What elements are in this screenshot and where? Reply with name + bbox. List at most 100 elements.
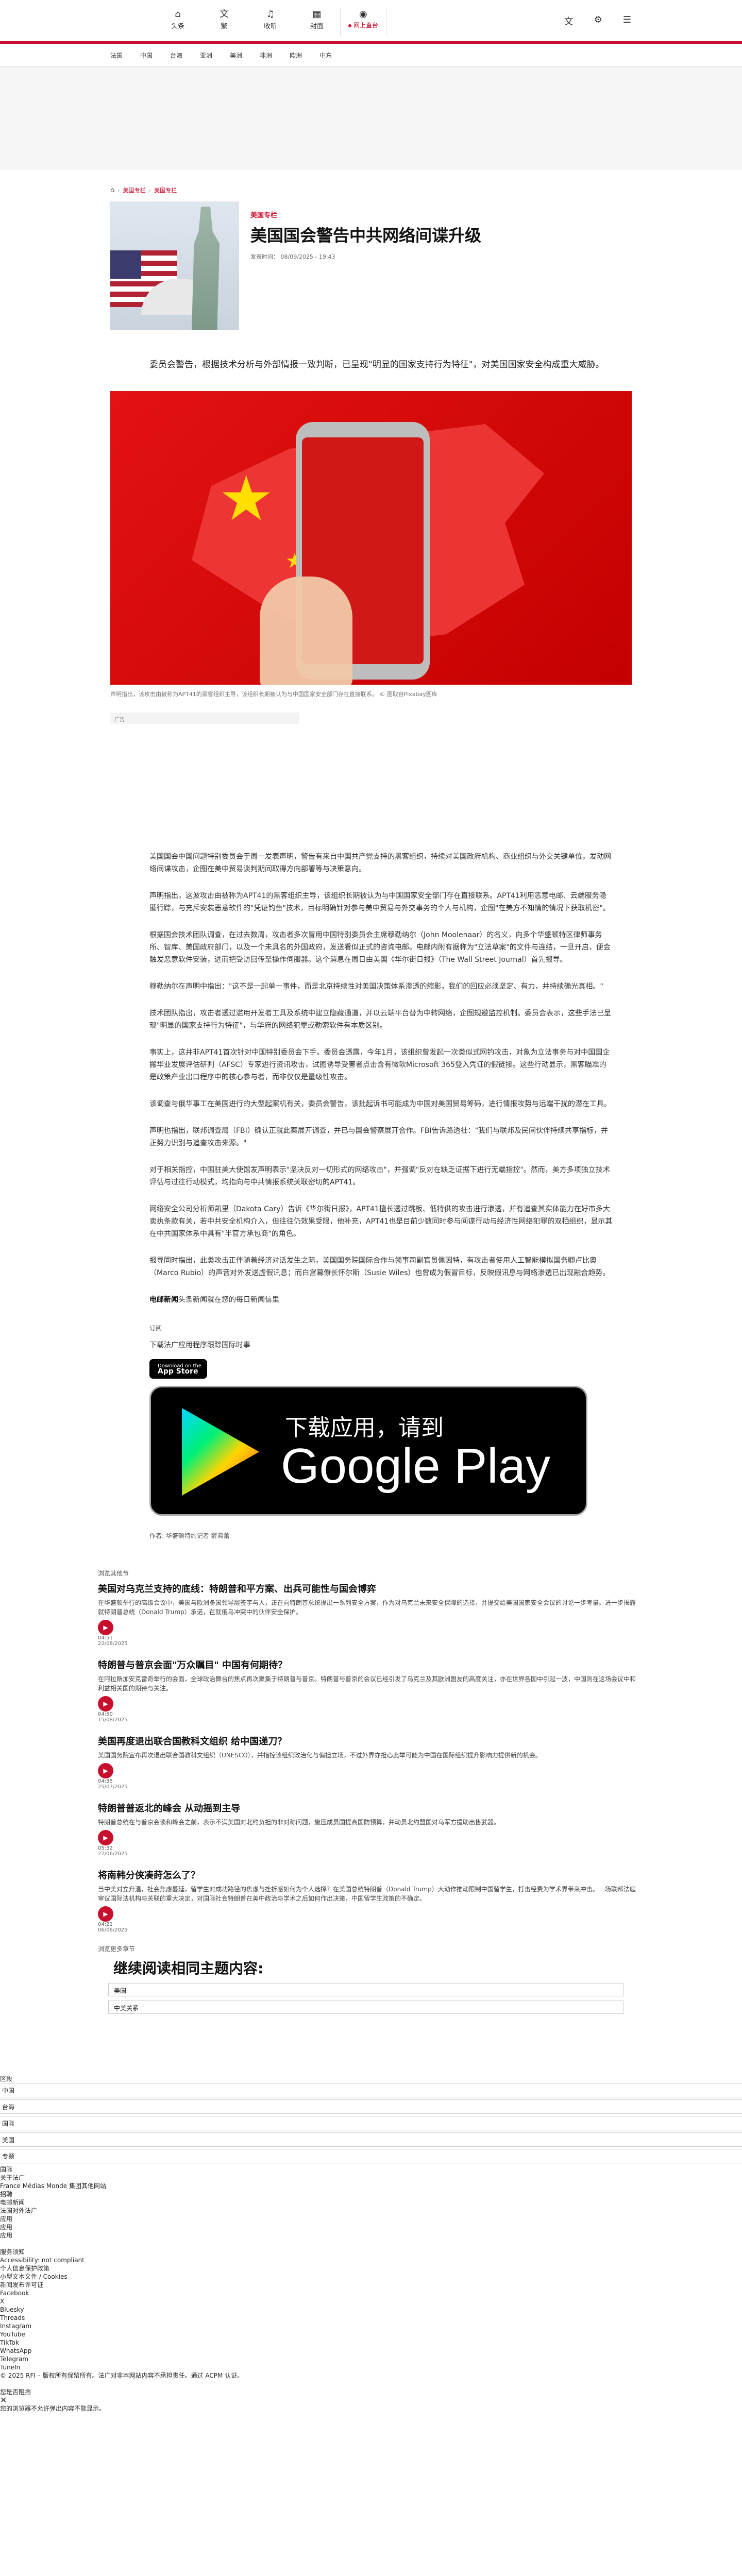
breadcrumb-link[interactable]: 美国专栏 <box>123 186 146 194</box>
article-body: 美国国会中国问题特别委员会于周一发表声明，警告有来自中国共产党支持的黑客组织，持… <box>149 851 613 1540</box>
app-store-badge[interactable]: Download on the App Store <box>149 1359 207 1379</box>
image-caption: 声明指出，该攻击由被称为APT41的黑客组织主导，该组织长期被认为与中国国家安全… <box>110 691 437 698</box>
play-icon[interactable]: ▶ <box>98 1696 113 1711</box>
nav-headlines[interactable]: ⌂ 头条 <box>155 8 201 36</box>
article-tag[interactable]: 美国专栏 <box>250 210 481 219</box>
social-link-x[interactable]: X <box>0 2297 742 2306</box>
article-lead: 委员会警告，根据技术分析与外部情报一致判断，已呈现"明显的国家支持行为特征"，对… <box>149 360 604 370</box>
nav-traditional[interactable]: 文繁 <box>201 8 247 36</box>
nav-listen[interactable]: ♫ 收听 <box>247 8 294 36</box>
article-paragraph: 事实上，这并非APT41首次针对中国特别委员会下手。委员会透露，今年1月，该组织… <box>149 1048 610 1081</box>
in-article-ad-slot <box>0 724 742 851</box>
section-link[interactable]: 中国 <box>140 51 153 60</box>
legal-link[interactable]: 个人信息保护政策 <box>0 2264 742 2273</box>
related-title[interactable]: 特朗普与普京会面"万众瞩目" 中国有何期待？ <box>98 1658 639 1671</box>
legal-link[interactable]: Accessibility: not compliant <box>0 2256 742 2264</box>
footer-section-row[interactable]: 国际 <box>0 2116 742 2130</box>
topic-link[interactable]: 美国 <box>108 1983 623 1996</box>
radio-icon: ◉ <box>359 9 367 20</box>
article-hero: 美国专栏 美国国会警告中共网络间谍升级 发表时间： 08/09/2025 - 1… <box>110 201 742 330</box>
gear-icon[interactable]: ⚙ <box>594 14 602 28</box>
breadcrumb: ⌂ › 美国专栏 › 美国专栏 <box>110 186 177 194</box>
footer-link[interactable]: 法国对外法广 <box>0 2207 742 2215</box>
close-icon[interactable]: ✕ <box>0 2396 742 2404</box>
article-paragraph: 网络安全公司分析师凯里（Dakota Cary）告诉《华尔街日报》，APT41擅… <box>149 1205 613 1238</box>
google-play-badge[interactable]: 下载应用，请到 Google Play <box>149 1386 587 1516</box>
topic-link[interactable]: 中美关系 <box>108 2001 623 2014</box>
section-link[interactable]: 台海 <box>170 51 182 60</box>
section-link[interactable]: 亚洲 <box>200 51 212 60</box>
copyright: © 2025 RFI – 版权所有保留所有。法广对非本网站内容不承担责任。通过 … <box>0 2372 244 2379</box>
translate-icon[interactable]: 文 <box>564 14 574 28</box>
footer-link[interactable]: 关于法广 <box>0 2174 742 2182</box>
footer-section-row[interactable]: 专题 <box>0 2149 742 2163</box>
related-summary: 在阿拉斯加安克雷奇举行的会面，全球政治舞台的焦点再次聚集于特朗普与普京。特朗普与… <box>98 1675 636 1692</box>
section-link[interactable]: 欧洲 <box>290 51 302 60</box>
site-footer: 区段 中国 台海 国际 美国 专题 国际 关于法广 France Médias … <box>0 2075 742 2413</box>
footer-link[interactable]: 应用 <box>0 2231 742 2240</box>
related-summary: 当中美对立升温，社会焦虑蔓延，留学生对成功路径的焦虑与挫折感如何为个人选择？在美… <box>98 1886 636 1902</box>
play-icon[interactable]: ▶ <box>98 1906 113 1922</box>
section-link[interactable]: 法国 <box>110 51 123 60</box>
calendar-icon: ▦ <box>312 9 322 20</box>
social-link-telegram[interactable]: Telegram <box>0 2355 742 2363</box>
main-image: ★ ★ ★ ★ ★ <box>110 391 632 685</box>
breadcrumb-link[interactable]: 美国专栏 <box>154 186 177 194</box>
download-app-text: 下载法广应用程序跟踪国际时事 <box>149 1341 250 1349</box>
section-link[interactable]: 非洲 <box>260 51 272 60</box>
social-link-youtube[interactable]: YouTube <box>0 2330 742 2338</box>
duration: 05:32 <box>98 1845 113 1851</box>
article-author: 作者: 华盛顿特约记者 薛弗蕾 <box>149 1532 230 1539</box>
social-link-tunein[interactable]: TuneIn <box>0 2363 742 2371</box>
footer-section-row[interactable]: 台海 <box>0 2099 742 2114</box>
date: 27/06/2025 <box>98 1851 128 1857</box>
related-summary: 在华盛顿举行的高级会议中，美国与欧洲多国领导层签字与人，正在向特朗普总统提出一系… <box>98 1599 636 1616</box>
article-paragraph: 根据国会技术团队调查，在过去数周，攻击者多次冒用中国特别委员会主席穆勒纳尔（Jo… <box>149 931 611 964</box>
footer-section-row[interactable]: 美国 <box>0 2132 742 2147</box>
date: 22/08/2025 <box>98 1641 128 1647</box>
home-icon[interactable]: ⌂ <box>110 187 114 194</box>
adblock-label: 您是否阻挡 <box>0 2388 31 2396</box>
section-link[interactable]: 中东 <box>319 51 332 60</box>
footer-link[interactable]: 国际 <box>0 2165 742 2174</box>
footer-section-row[interactable]: 中国 <box>0 2083 742 2097</box>
article: ⌂ › 美国专栏 › 美国专栏 美国专栏 美国国会警告中共网络间谍升级 发表时间… <box>0 186 742 2014</box>
menu-icon[interactable]: ☰ <box>623 14 631 28</box>
star-icon: ★ <box>218 463 274 535</box>
social-link-threads[interactable]: Threads <box>0 2314 742 2322</box>
social-link-whatsapp[interactable]: WhatsApp <box>0 2347 742 2355</box>
top-bar: ⌂ 头条 文繁 ♫ 收听 ▦ 封面 ◉ 网上直台 文 ⚙ ☰ <box>0 0 742 41</box>
play-icon[interactable]: ▶ <box>98 1830 113 1845</box>
related-title[interactable]: 美国再度退出联合国教科文组织 给中国递刀？ <box>98 1734 639 1748</box>
nav-cover[interactable]: ▦ 封面 <box>294 8 340 36</box>
date: 25/07/2025 <box>98 1784 128 1790</box>
social-link-bluesky[interactable]: Bluesky <box>0 2306 742 2314</box>
legal-link[interactable]: 小型文本文件 / Cookies <box>0 2273 742 2281</box>
related-title[interactable]: 美国对乌克兰支持的底线：特朗普和平方案、出兵可能性与国会博弈 <box>98 1582 639 1595</box>
related-title[interactable]: 特朗普普返北的峰会 从动摇到主导 <box>98 1801 639 1815</box>
home-icon: ⌂ <box>175 9 181 20</box>
footer-link[interactable]: 应用 <box>0 2215 742 2223</box>
newsletter-promo: 电邮新闻头条新闻就在您的每日新闻信里 <box>149 1296 279 1304</box>
newsletter-name: 电邮新闻 <box>149 1296 178 1304</box>
related-item: 特朗普普返北的峰会 从动摇到主导 特朗普总统在与普京会谈和峰会之前，表示不满美国… <box>98 1801 639 1857</box>
section-link[interactable]: 美洲 <box>230 51 242 60</box>
social-link-tiktok[interactable]: TikTok <box>0 2338 742 2347</box>
duration: 04:51 <box>98 1635 113 1641</box>
play-icon[interactable]: ▶ <box>98 1620 113 1635</box>
footer-link[interactable]: 电邮新闻 <box>0 2198 742 2207</box>
subscribe-link[interactable]: 订阅 <box>149 1324 613 1332</box>
social-link-facebook[interactable]: Facebook <box>0 2289 742 2297</box>
social-link-instagram[interactable]: Instagram <box>0 2322 742 2330</box>
play-icon[interactable]: ▶ <box>98 1763 113 1778</box>
related-title[interactable]: 将南韩分侠凑莳怎么了？ <box>98 1868 639 1882</box>
related-topics: 浏览更多章节 继续阅读相同主题内容: 美国 中美关系 <box>98 1944 639 2014</box>
date: 06/06/2025 <box>98 1927 128 1933</box>
footer-link[interactable]: 招聘 <box>0 2190 742 2198</box>
footer-link[interactable]: 应用 <box>0 2223 742 2231</box>
footer-link[interactable]: France Médias Monde 集团其他网站 <box>0 2182 742 2190</box>
legal-link[interactable]: 新闻发布许可证 <box>0 2281 742 2289</box>
article-meta: 美国专栏 美国国会警告中共网络间谍升级 发表时间： 08/09/2025 - 1… <box>250 201 481 330</box>
nav-live-radio[interactable]: ◉ 网上直台 <box>340 8 386 36</box>
topics-header: 浏览更多章节 <box>98 1945 136 1953</box>
